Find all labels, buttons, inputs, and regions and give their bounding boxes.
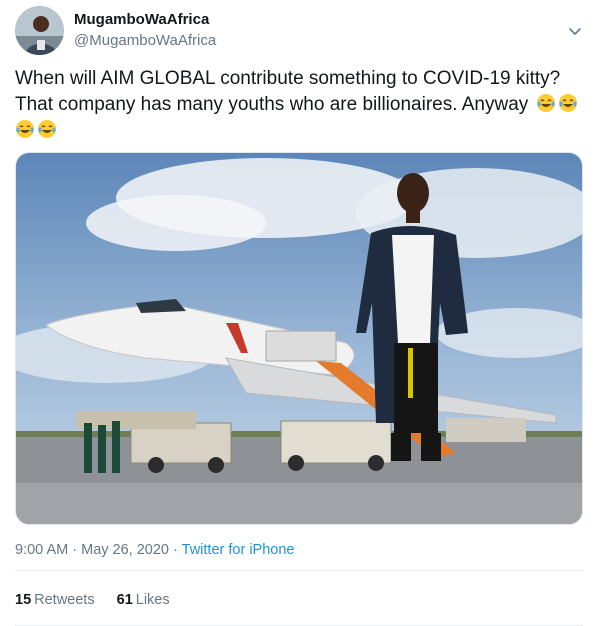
laughing-emoji-icon bbox=[16, 120, 34, 138]
tweet-photo[interactable] bbox=[15, 152, 583, 525]
tweet-text-line2: That company has many youths who are bil… bbox=[15, 94, 529, 115]
tweet-text-line1: When will AIM GLOBAL contribute somethin… bbox=[15, 68, 561, 89]
tweet-stats: 15 Retweets 61 Likes bbox=[15, 592, 188, 608]
laughing-emoji-icon bbox=[38, 120, 56, 138]
likes-count: 61 bbox=[116, 592, 133, 608]
tweet-card: MugamboWaAfrica @MugamboWaAfrica When wi… bbox=[0, 0, 596, 626]
retweets-count: 15 bbox=[15, 592, 32, 608]
laughing-emoji-icon bbox=[536, 94, 555, 112]
tweet-text: When will AIM GLOBAL contribute somethin… bbox=[15, 66, 585, 144]
tweet-date[interactable]: May 26, 2020 bbox=[81, 542, 169, 558]
avatar[interactable] bbox=[15, 6, 64, 55]
tweet-time[interactable]: 9:00 AM bbox=[15, 542, 68, 558]
tweet-source-link[interactable]: Twitter for iPhone bbox=[182, 542, 295, 558]
retweets-stat[interactable]: 15 Retweets bbox=[15, 592, 95, 608]
laughing-emoji-icon bbox=[558, 94, 577, 112]
author-handle[interactable]: @MugamboWaAfrica bbox=[74, 32, 216, 49]
likes-label: Likes bbox=[135, 592, 170, 608]
chevron-down-icon[interactable] bbox=[564, 20, 586, 42]
likes-stat[interactable]: 61 Likes bbox=[117, 592, 170, 608]
author-display-name[interactable]: MugamboWaAfrica bbox=[74, 11, 209, 28]
meta-separator: · bbox=[173, 542, 178, 558]
divider bbox=[15, 570, 583, 571]
retweets-label: Retweets bbox=[34, 592, 95, 608]
tweet-meta: 9:00 AM · May 26, 2020 · Twitter for iPh… bbox=[15, 542, 294, 558]
meta-separator: · bbox=[72, 542, 78, 558]
